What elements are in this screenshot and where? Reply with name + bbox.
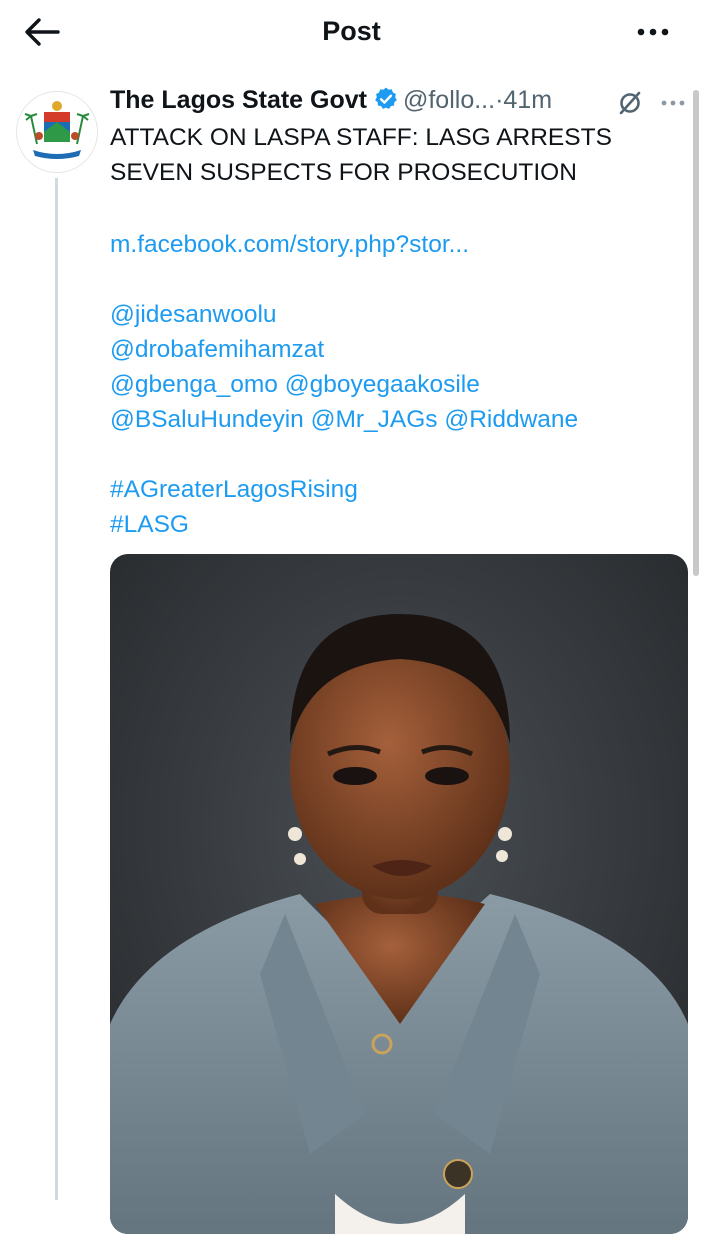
mentions-line-2[interactable]: @drobafemihamzat: [110, 332, 324, 367]
post-header: The Lagos State Govt @follo...·41m: [110, 86, 552, 120]
scrollbar[interactable]: [693, 90, 699, 576]
thread-line: [55, 178, 58, 1200]
page-title: Post: [322, 16, 381, 46]
mentions-line-3[interactable]: @gbenga_omo @gboyegaakosile: [110, 367, 480, 402]
post-headline-line-2: SEVEN SUSPECTS FOR PROSECUTION: [110, 159, 577, 186]
lagos-crest-logo: [24, 101, 90, 159]
hashtag-lasg[interactable]: #LASG: [110, 507, 189, 542]
post-more-icon[interactable]: [658, 88, 688, 118]
avatar[interactable]: [16, 91, 98, 173]
top-bar: Post: [0, 0, 703, 64]
author-handle[interactable]: @follo...: [403, 86, 495, 114]
mentions-line-4[interactable]: @BSaluHundeyin @Mr_JAGs @Riddwane: [110, 402, 578, 437]
portrait-photo: [110, 554, 688, 1234]
author-name[interactable]: The Lagos State Govt: [110, 86, 367, 114]
grok-icon[interactable]: [615, 88, 645, 118]
hashtag-agreaterlagosrising[interactable]: #AGreaterLagosRising: [110, 472, 358, 507]
post-media-image[interactable]: [110, 554, 688, 1234]
post-headline-line-1: ATTACK ON LASPA STAFF: LASG ARRESTS: [110, 124, 612, 151]
facebook-link[interactable]: m.facebook.com/story.php?stor...: [110, 227, 469, 262]
post-time[interactable]: 41m: [503, 86, 552, 114]
verified-badge-icon: [373, 86, 399, 119]
mentions-line-1[interactable]: @jidesanwoolu: [110, 297, 277, 332]
more-options-icon[interactable]: [633, 14, 673, 50]
